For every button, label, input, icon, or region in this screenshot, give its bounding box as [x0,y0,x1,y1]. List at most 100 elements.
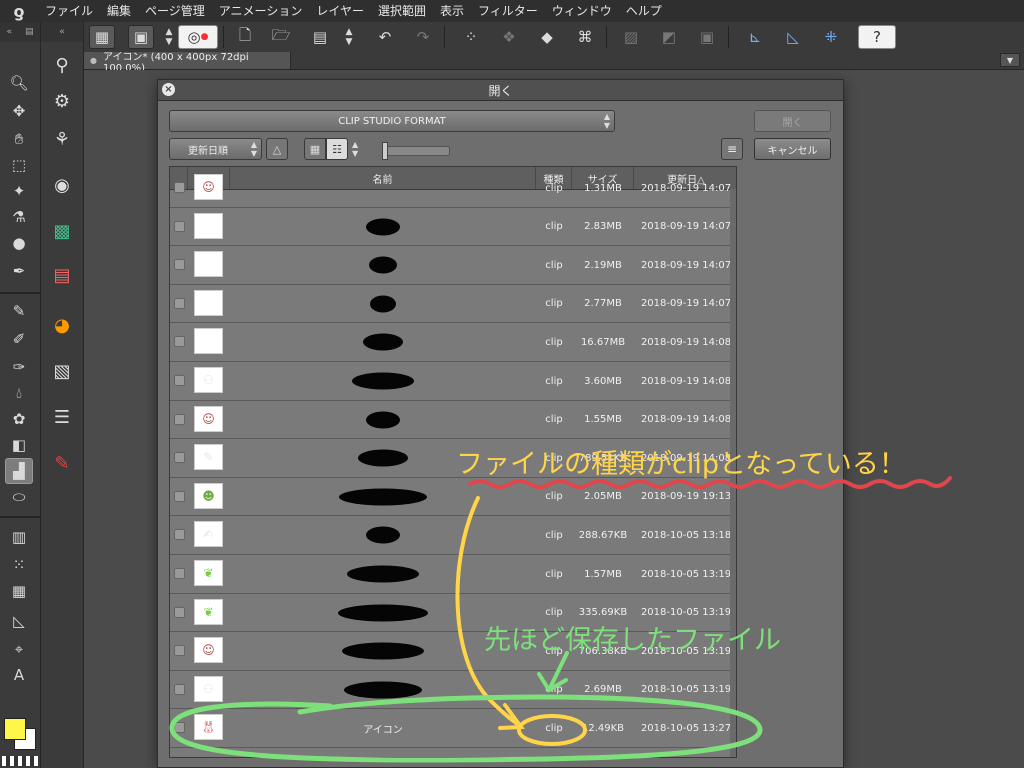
file-row[interactable]: ⚇ clip 2.69MB 2018-10-05 13:19 [170,671,736,710]
document-tab[interactable]: ● アイコン* (400 x 400px 72dpi 100.0%) [84,52,291,74]
magic-wand-icon[interactable]: ✦ [5,178,33,204]
file-row[interactable]: clip 16.67MB 2018-09-19 14:08 [170,323,736,362]
gradient-icon[interactable]: ⬭ [5,484,33,510]
menu-item[interactable]: ファイル [38,0,100,22]
file-row[interactable]: ❦ clip 1.57MB 2018-10-05 13:19 [170,555,736,594]
record-icon[interactable]: ◎ ● [178,25,218,49]
list-view-icon[interactable]: ☷ [326,138,348,160]
frame-icon[interactable]: ⁙ [5,552,33,578]
rect-select-icon[interactable]: ⬚ [5,152,33,178]
menu-item[interactable]: 選択範囲 [371,0,433,22]
row-checkbox[interactable] [174,375,185,386]
save-options-icon[interactable]: ▲ ▼ [336,25,362,49]
transparent-color-swatch[interactable] [2,756,38,766]
file-row[interactable]: ☻ clip 2.05MB 2018-09-19 19:13 [170,478,736,517]
menu-item[interactable]: ヘルプ [619,0,669,22]
save-icon[interactable]: ▤ [307,25,333,49]
tab-menu-icon[interactable]: ▼ [1000,53,1020,67]
layer-tree-icon[interactable]: ⚘ [47,124,77,154]
pen-tool-icon[interactable]: ✒ [5,258,33,284]
file-row[interactable]: clip 2.77MB 2018-09-19 14:07 [170,285,736,324]
gear-icon[interactable]: ⚙ [47,86,77,116]
app-window-icon[interactable]: ▦ [89,25,115,49]
color-wheel-icon[interactable]: ◕ [47,310,77,340]
file-row[interactable]: ⚇ clip 3.60MB 2018-09-19 14:08 [170,362,736,401]
text-tool-icon[interactable]: A [5,662,33,688]
row-checkbox[interactable] [174,490,185,502]
crop-icon[interactable]: ▣ [694,25,720,49]
balloon-icon[interactable]: ● [5,230,33,256]
move-tool-icon[interactable]: ✥ [5,98,33,124]
file-row[interactable]: clip 2.19MB 2018-09-19 14:07 [170,246,736,285]
file-format-select[interactable]: CLIP STUDIO FORMAT ▲ ▼ [169,110,615,132]
menu-item[interactable]: 表示 [433,0,471,22]
file-row[interactable]: ☺ clip 1.31MB 2018-09-19 14:07 [170,169,736,208]
scale-icon[interactable]: ⌘ [572,25,598,49]
row-checkbox[interactable] [174,529,185,541]
operation-icon[interactable]: ⌖ [5,636,33,662]
menu-item[interactable]: 編集 [100,0,138,22]
row-checkbox[interactable] [174,182,185,193]
file-row[interactable]: clip 2.83MB 2018-09-19 14:07 [170,208,736,247]
airbrush-icon[interactable]: ✑ [5,354,33,380]
fill-tool-icon[interactable]: ▟ [5,458,33,484]
eraser-tool-icon[interactable]: ◧ [5,432,33,458]
app-logo-icon[interactable]: ƍ [0,0,38,22]
animation-icon[interactable]: ▤ [47,260,77,290]
list-menu-button[interactable]: ≡ [721,138,743,160]
thumbnail-view-icon[interactable]: ▦ [304,138,326,160]
close-tab-icon[interactable]: ● [90,56,97,65]
row-checkbox[interactable] [174,259,185,271]
menu-item[interactable]: アニメーション [212,0,310,22]
redo-icon[interactable]: ↷ [410,25,436,49]
layer-property-icon[interactable]: ▧ [47,356,77,386]
row-checkbox[interactable] [174,297,185,309]
grid-snap-icon[interactable]: ⁜ [818,25,844,49]
row-checkbox[interactable] [174,413,185,425]
menu-item[interactable]: フィルター [471,0,545,22]
sort-direction-button[interactable]: △ [266,138,288,160]
new-file-icon[interactable]: 🗋 [232,25,258,49]
dialog-close-icon[interactable]: × [162,83,175,96]
row-checkbox[interactable] [174,645,185,657]
menu-item[interactable]: ウィンドウ [545,0,619,22]
pencil-tool-icon[interactable]: ✎ [5,298,33,324]
auto-action-icon[interactable]: ✎ [47,448,77,478]
view-updown-icon[interactable]: ▲ ▼ [352,140,358,158]
ruler-tool-icon[interactable]: ◺ [5,608,33,634]
special-ruler-icon[interactable]: ◺ [780,25,806,49]
thumbnail-size-slider[interactable] [384,146,450,156]
menu-item[interactable]: レイヤー [309,0,371,22]
eyedropper-icon[interactable]: ⚗ [5,204,33,230]
help-icon[interactable]: ? [858,25,896,49]
row-checkbox[interactable] [174,683,185,695]
sort-select[interactable]: 更新日順 ▲ ▼ [169,138,262,160]
selection-icon[interactable]: ⁘ [458,25,484,49]
cancel-button[interactable]: キャンセル [754,138,831,160]
row-checkbox[interactable] [174,606,185,618]
file-row[interactable]: ✍ clip 288.67KB 2018-10-05 13:18 [170,516,736,555]
row-checkbox[interactable] [174,568,185,579]
row-checkbox[interactable] [174,336,185,348]
slider-handle[interactable] [382,142,388,160]
tree-icon[interactable]: ⚲ [47,50,77,80]
zoom-tool-icon[interactable]: 🔍︎ [5,70,33,96]
figure-tool-icon[interactable]: ▦ [5,578,33,604]
clear-icon[interactable]: ▨ [618,25,644,49]
clip-studio-icon[interactable]: ▣ [128,25,154,49]
layers-icon[interactable]: ☰ [47,402,77,432]
row-checkbox[interactable] [174,722,185,734]
transform-icon[interactable]: ❖ [496,25,522,49]
file-row[interactable]: ☺ clip 1.55MB 2018-09-19 14:08 [170,401,736,440]
menu-item[interactable]: ページ管理 [138,0,212,22]
material-icon[interactable]: ▩ [47,216,77,246]
invert-icon[interactable]: ◩ [656,25,682,49]
undo-icon[interactable]: ↶ [372,25,398,49]
brush-tool-icon[interactable]: ✐ [5,326,33,352]
fill-icon[interactable]: ◆ [534,25,560,49]
navigator-icon[interactable]: ◉ [47,170,77,200]
ruler-snap-icon[interactable]: ⊾ [742,25,768,49]
row-checkbox[interactable] [174,220,185,232]
blend-tool-icon[interactable]: 💧︎ [5,380,33,406]
hand-tool-icon[interactable]: ✋︎ [5,126,33,152]
